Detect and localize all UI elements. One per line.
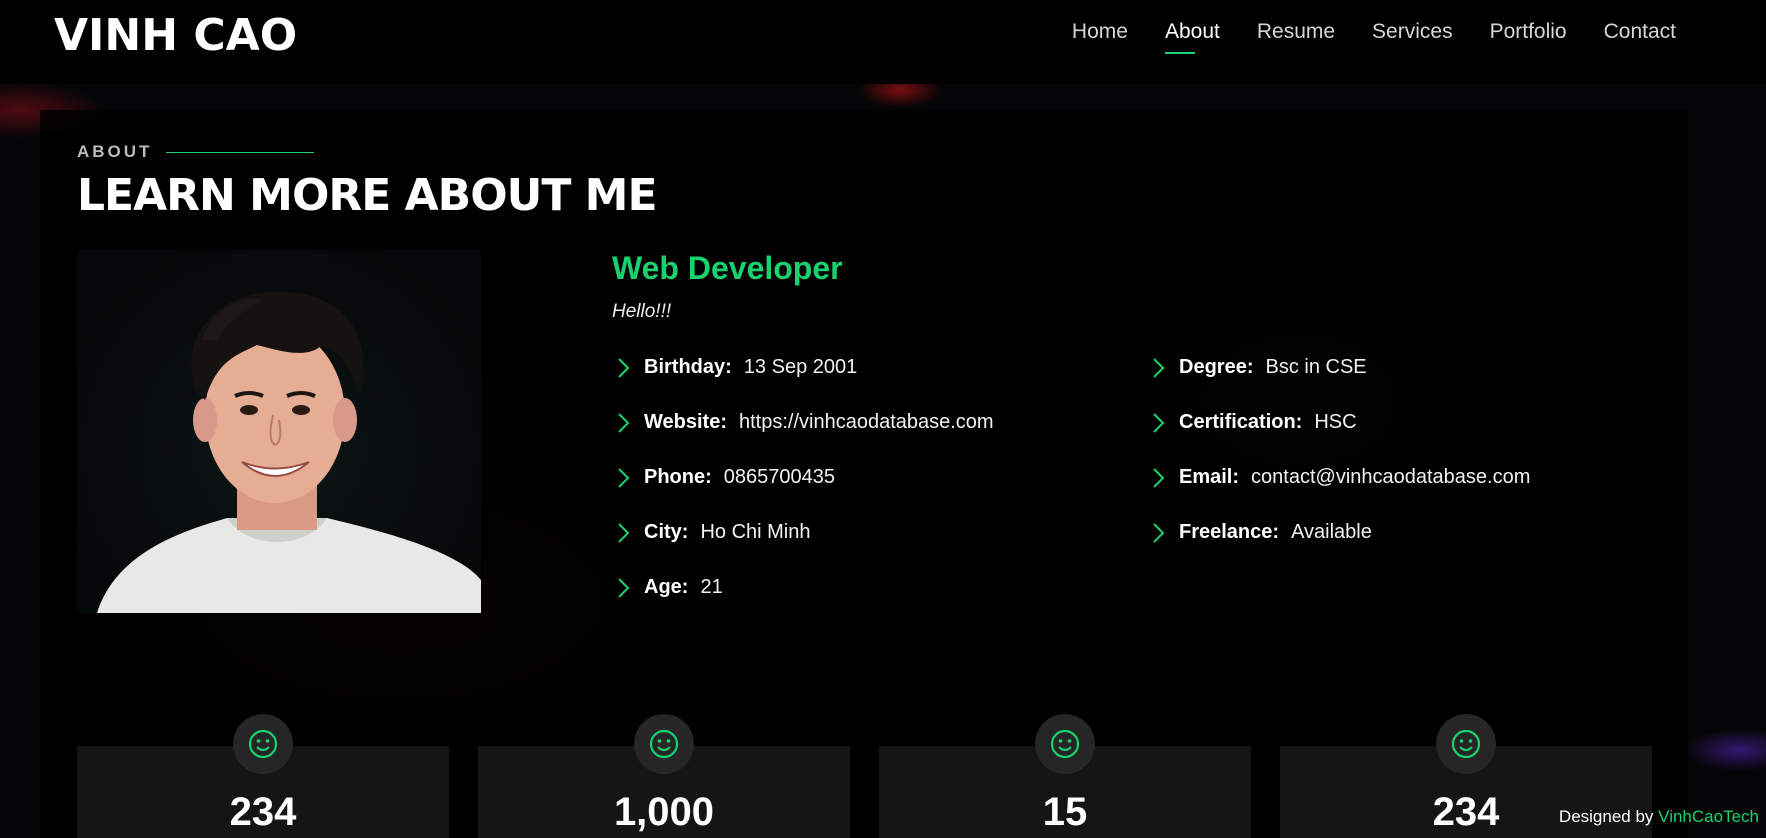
smile-icon bbox=[634, 714, 694, 774]
chevron-right-icon bbox=[1147, 411, 1171, 435]
chevron-right-icon bbox=[1147, 521, 1171, 545]
chevron-right-icon bbox=[612, 521, 636, 545]
counters-row: 234 1,000 15 234 bbox=[77, 714, 1652, 838]
section-label-line bbox=[166, 151, 315, 153]
info-value: HSC bbox=[1314, 411, 1357, 433]
site-header: VINH CAO Home About Resume Services Port… bbox=[0, 0, 1766, 84]
counter-value: 15 bbox=[1042, 790, 1088, 834]
info-key: Freelance: bbox=[1179, 521, 1280, 543]
chevron-right-icon bbox=[1147, 466, 1171, 490]
chevron-right-icon bbox=[612, 466, 636, 490]
role-title: Web Developer bbox=[612, 250, 843, 286]
counter-card: 15 bbox=[879, 714, 1251, 838]
site-logo[interactable]: VINH CAO bbox=[54, 10, 297, 61]
info-value[interactable]: contact@vinhcaodatabase.com bbox=[1251, 466, 1530, 489]
counter-card: 1,000 bbox=[478, 714, 850, 838]
section-label: ABOUT bbox=[77, 142, 315, 162]
counter-card: 234 bbox=[77, 714, 449, 838]
info-birthday: Birthday: 13 Sep 2001 bbox=[612, 340, 994, 395]
nav-services[interactable]: Services bbox=[1372, 20, 1453, 54]
info-key: Birthday: bbox=[644, 356, 732, 378]
chevron-right-icon bbox=[612, 356, 636, 380]
info-degree: Degree: Bsc in CSE bbox=[1147, 340, 1530, 395]
info-phone: Phone: 0865700435 bbox=[612, 450, 994, 505]
info-key: Website: bbox=[644, 411, 727, 433]
nav-resume[interactable]: Resume bbox=[1257, 20, 1335, 54]
info-value: Ho Chi Minh bbox=[700, 521, 811, 543]
smile-icon bbox=[1436, 714, 1496, 774]
info-email: Email: contact@vinhcaodatabase.com bbox=[1147, 450, 1530, 505]
section-label-text: ABOUT bbox=[77, 142, 153, 161]
nav-portfolio[interactable]: Portfolio bbox=[1490, 20, 1567, 54]
footer-credit: Designed by VinhCaoTech bbox=[1559, 807, 1759, 827]
info-list-right: Degree: Bsc in CSE Certification: HSC Em… bbox=[1147, 340, 1530, 560]
credit-prefix: Designed by bbox=[1558, 807, 1654, 826]
info-key: Phone: bbox=[644, 466, 712, 488]
nav-about[interactable]: About bbox=[1164, 20, 1220, 54]
about-section: ABOUT LEARN MORE ABOUT ME Web Developer … bbox=[40, 110, 1688, 838]
info-key: Certification: bbox=[1179, 411, 1303, 433]
info-key: Email: bbox=[1179, 466, 1240, 488]
section-title: LEARN MORE ABOUT ME bbox=[77, 170, 658, 221]
info-key: Degree: bbox=[1179, 356, 1254, 378]
info-list-left: Birthday: 13 Sep 2001 Website: https://v… bbox=[612, 340, 994, 615]
info-value: 0865700435 bbox=[723, 466, 836, 488]
info-key: City: bbox=[644, 521, 689, 543]
info-website: Website: https://vinhcaodatabase.com bbox=[612, 395, 994, 450]
info-value: Bsc in CSE bbox=[1265, 356, 1367, 378]
smile-icon bbox=[1035, 714, 1095, 774]
chevron-right-icon bbox=[612, 576, 636, 600]
chevron-right-icon bbox=[1147, 356, 1171, 380]
info-key: Age: bbox=[644, 576, 689, 598]
main-nav: Home About Resume Services Portfolio Con… bbox=[1072, 20, 1676, 54]
chevron-right-icon bbox=[612, 411, 636, 435]
info-freelance: Freelance: Available bbox=[1147, 505, 1530, 560]
profile-photo bbox=[77, 250, 481, 613]
info-city: City: Ho Chi Minh bbox=[612, 505, 994, 560]
nav-home[interactable]: Home bbox=[1072, 20, 1128, 54]
nav-contact[interactable]: Contact bbox=[1604, 20, 1676, 54]
info-value: 21 bbox=[700, 576, 723, 598]
smile-icon bbox=[233, 714, 293, 774]
info-value: Available bbox=[1291, 521, 1372, 543]
counter-value: 234 bbox=[229, 790, 297, 834]
credit-link[interactable]: VinhCaoTech bbox=[1658, 807, 1759, 826]
info-value[interactable]: https://vinhcaodatabase.com bbox=[739, 411, 994, 434]
info-value: 13 Sep 2001 bbox=[743, 356, 858, 378]
counter-value: 1,000 bbox=[613, 790, 715, 834]
info-age: Age: 21 bbox=[612, 560, 994, 615]
info-certification: Certification: HSC bbox=[1147, 395, 1530, 450]
greeting-text: Hello!!! bbox=[612, 301, 672, 322]
